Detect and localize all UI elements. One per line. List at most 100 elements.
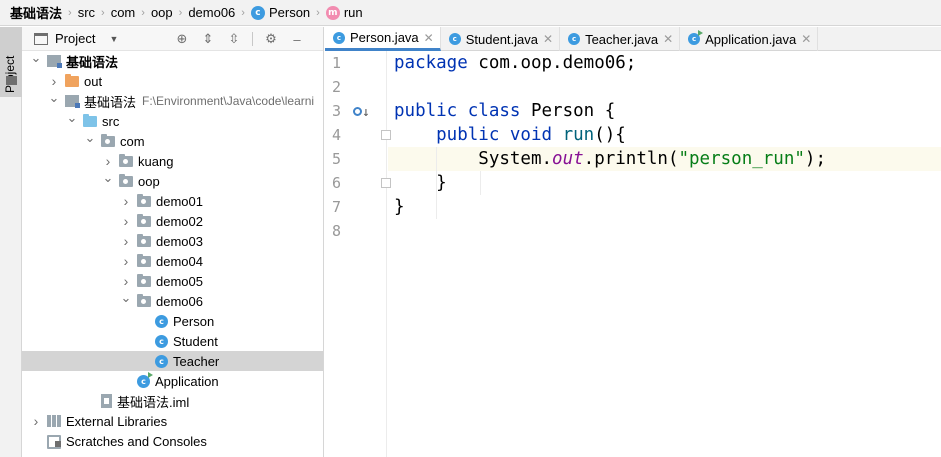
chevron-right-icon[interactable]: › bbox=[120, 213, 132, 229]
chevron-right-icon[interactable]: › bbox=[120, 233, 132, 249]
window-icon bbox=[34, 32, 48, 45]
code-line[interactable]: System.out.println("person_run"); bbox=[394, 147, 826, 171]
tree-item[interactable]: ›cStudent bbox=[22, 331, 323, 351]
source-folder-icon bbox=[83, 113, 97, 127]
code-line[interactable]: public void run(){ bbox=[394, 123, 626, 147]
editor-tab-label: Teacher.java bbox=[585, 31, 659, 47]
tree-item[interactable]: › demo01 bbox=[22, 191, 323, 211]
editor-tab-label: Person.java bbox=[350, 30, 419, 45]
chevron-right-icon[interactable]: › bbox=[48, 73, 60, 89]
module-icon bbox=[47, 55, 62, 68]
tree-item[interactable]: ›基础语法.iml bbox=[22, 391, 323, 411]
class-icon: c bbox=[155, 314, 168, 328]
editor-tab-label: Student.java bbox=[465, 31, 538, 47]
code-token: } bbox=[394, 173, 447, 193]
libraries-icon bbox=[47, 415, 61, 427]
package-icon bbox=[119, 173, 133, 187]
breadcrumb-item[interactable]: m run bbox=[325, 5, 363, 20]
tree-item[interactable]: › demo02 bbox=[22, 211, 323, 231]
tree-item[interactable]: ⌄ demo06 bbox=[22, 290, 323, 311]
breadcrumb-item[interactable]: com bbox=[111, 5, 136, 20]
folder-icon bbox=[65, 73, 79, 87]
chevron-down-icon[interactable]: ⌄ bbox=[102, 170, 114, 185]
tree-item[interactable]: ›cTeacher bbox=[22, 351, 323, 371]
tree-item[interactable]: › out bbox=[22, 71, 323, 91]
tree-item[interactable]: ⌄ 基础语法 F:\Environment\Java\code\learni bbox=[22, 90, 323, 111]
chevron-down-icon[interactable]: ⌄ bbox=[84, 130, 96, 145]
project-tool-tab[interactable]: Project bbox=[0, 27, 22, 97]
tree-item-label: demo03 bbox=[156, 233, 203, 249]
breadcrumb-separator: › bbox=[141, 6, 145, 19]
tree-item[interactable]: ⌄ 基础语法 bbox=[22, 50, 323, 71]
chevron-right-icon[interactable]: › bbox=[30, 413, 42, 429]
tree-item-label: out bbox=[84, 73, 103, 89]
code-line[interactable]: } bbox=[394, 171, 447, 195]
code-line[interactable]: } bbox=[394, 195, 405, 219]
class-icon: c bbox=[333, 31, 345, 44]
code-line[interactable]: package com.oop.demo06; bbox=[394, 51, 636, 75]
chevron-down-icon[interactable]: ▼ bbox=[109, 34, 118, 44]
breadcrumb-label: demo06 bbox=[188, 5, 236, 20]
gear-icon[interactable]: ⚙ bbox=[263, 31, 279, 47]
close-icon[interactable]: ✕ bbox=[663, 32, 673, 46]
breadcrumb-item[interactable]: 基础语法 bbox=[10, 3, 62, 22]
hide-icon[interactable]: – bbox=[289, 31, 305, 47]
package-icon bbox=[137, 213, 151, 227]
editor-tab[interactable]: c Teacher.java ✕ bbox=[560, 27, 681, 51]
collapse-all-icon[interactable]: ⇳ bbox=[226, 31, 242, 47]
editor-tab[interactable]: c Application.java ✕ bbox=[680, 27, 819, 51]
code-editor[interactable]: package com.oop.demo06; public class Pers… bbox=[388, 51, 941, 457]
chevron-down-icon[interactable]: ⌄ bbox=[30, 50, 42, 65]
tree-item[interactable]: ⌄ oop bbox=[22, 170, 323, 191]
tree-item[interactable]: › kuang bbox=[22, 151, 323, 171]
line-number: 1 bbox=[331, 54, 341, 72]
breadcrumb-item[interactable]: demo06 bbox=[188, 5, 235, 20]
chevron-right-icon[interactable]: › bbox=[102, 153, 114, 169]
line-number: 7 bbox=[331, 198, 341, 216]
tree-item[interactable]: › External Libraries bbox=[22, 411, 323, 431]
project-tree[interactable]: ⌄ 基础语法 › out ⌄ 基础语法 F:\Environment\Java\code\l… bbox=[22, 50, 323, 451]
breadcrumb-separator: › bbox=[178, 6, 183, 19]
tree-item-label: Teacher bbox=[173, 353, 220, 369]
breadcrumb-item[interactable]: oop bbox=[151, 5, 173, 20]
breadcrumb-label: src bbox=[77, 5, 96, 20]
breadcrumb-label: com bbox=[110, 5, 136, 20]
editor-tab[interactable]: c Student.java ✕ bbox=[441, 27, 561, 51]
chevron-right-icon[interactable]: › bbox=[120, 273, 132, 289]
tree-item[interactable]: ⌄ src bbox=[22, 110, 323, 131]
expand-all-icon[interactable]: ⇕ bbox=[200, 31, 216, 47]
breadcrumb-item[interactable]: src bbox=[78, 5, 95, 20]
package-icon bbox=[137, 193, 151, 207]
chevron-right-icon[interactable]: › bbox=[120, 253, 132, 269]
chevron-down-icon[interactable]: ⌄ bbox=[48, 90, 60, 105]
chevron-right-icon[interactable]: › bbox=[120, 193, 132, 209]
editor-tab[interactable]: c Person.java ✕ bbox=[325, 27, 441, 51]
tree-item[interactable]: ›cPerson bbox=[22, 311, 323, 331]
tree-item[interactable]: › demo05 bbox=[22, 271, 323, 291]
tree-item[interactable]: › demo04 bbox=[22, 251, 323, 271]
chevron-down-icon[interactable]: ⌄ bbox=[66, 110, 78, 125]
close-icon[interactable]: ✕ bbox=[801, 32, 811, 46]
editor-tab-bar: c Person.java ✕ c Student.java ✕ c Teacher.java… bbox=[325, 27, 941, 51]
line-number: 8 bbox=[331, 222, 341, 240]
tree-item[interactable]: › demo03 bbox=[22, 231, 323, 251]
code-line[interactable]: public class Person { bbox=[394, 99, 615, 123]
left-tool-strip: Project bbox=[0, 27, 22, 457]
tree-item-label: kuang bbox=[138, 153, 174, 169]
breadcrumb-label: Person bbox=[268, 5, 311, 20]
locate-icon[interactable]: ⊕ bbox=[174, 31, 190, 47]
tree-item[interactable]: ›Scratches and Consoles bbox=[22, 431, 323, 451]
tree-item[interactable]: ›cApplication bbox=[22, 371, 323, 391]
package-icon bbox=[137, 233, 151, 247]
close-icon[interactable]: ✕ bbox=[543, 32, 553, 46]
runnable-class-icon: c bbox=[688, 30, 704, 45]
package-icon bbox=[119, 153, 133, 167]
breadcrumb-item[interactable]: c Person bbox=[250, 5, 311, 20]
tree-item[interactable]: ⌄ com bbox=[22, 130, 323, 151]
line-number: 6 bbox=[331, 174, 341, 192]
code-token: "person_run" bbox=[678, 149, 805, 169]
overridden-method-icon[interactable]: ↓ bbox=[353, 105, 370, 120]
project-view-selector[interactable]: Project bbox=[55, 31, 95, 46]
close-icon[interactable]: ✕ bbox=[424, 31, 434, 45]
chevron-down-icon[interactable]: ⌄ bbox=[120, 290, 132, 305]
